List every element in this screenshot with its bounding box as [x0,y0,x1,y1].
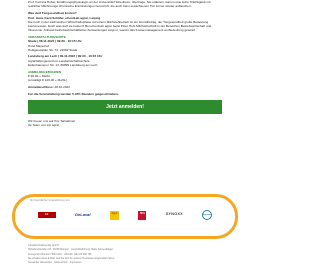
venues-section: VERANSTALTUNGSORTE Stade | 08.11.2022 | … [28,35,222,67]
sponsor-logo-sks[interactable]: SKS [138,210,147,220]
closing: Wir freuen uns auf Ihre Teilnahme! Ihr T… [28,119,222,127]
sponsor-logo-lk[interactable]: LK [37,212,56,218]
intro-text: Prof. Korinna Huber, Ernährungsphysiolog… [28,0,211,9]
footer-line1: Landwirtschaftsverlag GmbH [28,244,59,247]
sponsor-logo-synoxx[interactable]: SYNOXX [166,212,183,217]
register-button[interactable]: Jetzt anmelden! [28,99,222,114]
section-body: Die hoch in der sächsischen Wirtschaftsp… [28,19,212,33]
closing-line2: Ihr Team von top agrar [28,122,60,127]
sponsor-logo-delaval[interactable]: DeLaval [75,212,90,217]
venue2-address: Epfenhausener Str. 14, 86899 Landsberg a… [28,62,98,67]
deadline-date: 28.10.2022 [54,84,70,89]
footer-line2: Hülsebrockstraße 2-8 · 48165 Münster · G… [28,248,114,252]
sponsor-logos: LK DeLaval Agrar SKS SYNOXX Agroweb [28,207,222,223]
credits-text: Für die Veranstaltung werden 5 ATF-Stund… [28,91,119,96]
sponsors-section: Mit freundlicher Unterstützung von: LK D… [28,199,222,237]
fees-section: ANMELDEGEBÜHREN € 99,00 + MwSt. (ermäßig… [28,70,222,83]
venue1-address: Heiligenwalder Str. 72, 21682 Stade [28,47,78,52]
fees-reduced: (ermäßigt € 129,00 + MwSt.) [28,78,68,83]
deadline: Anmeldeschluss: 28.10.2022 [28,85,222,89]
footer-line3: Amtsgericht Münster HRB 1234 · USt-IdNr.… [28,252,92,256]
footer-line5[interactable]: Newsletter abbestellen · Datenschutz · I… [28,261,222,264]
deadline-label: Anmeldeschluss: [28,84,54,89]
sponsors-label: Mit freundlicher Unterstützung von: [30,199,71,202]
sponsor-logo-agroweb[interactable]: Agroweb [202,210,213,220]
sponsor-logo-agrar[interactable]: Agrar [109,210,119,220]
email-footer: Landwirtschaftsverlag GmbH Hülsebrockstr… [28,244,222,278]
section-tiergesundheit: Was darf Tiergesundheit kosten? Prof. Ha… [28,11,222,32]
footer-line4: Sie erhalten diese E-Mail, weil Sie sich… [28,257,115,261]
email-body: Prof. Korinna Huber, Ernährungsphysiolog… [28,0,222,278]
